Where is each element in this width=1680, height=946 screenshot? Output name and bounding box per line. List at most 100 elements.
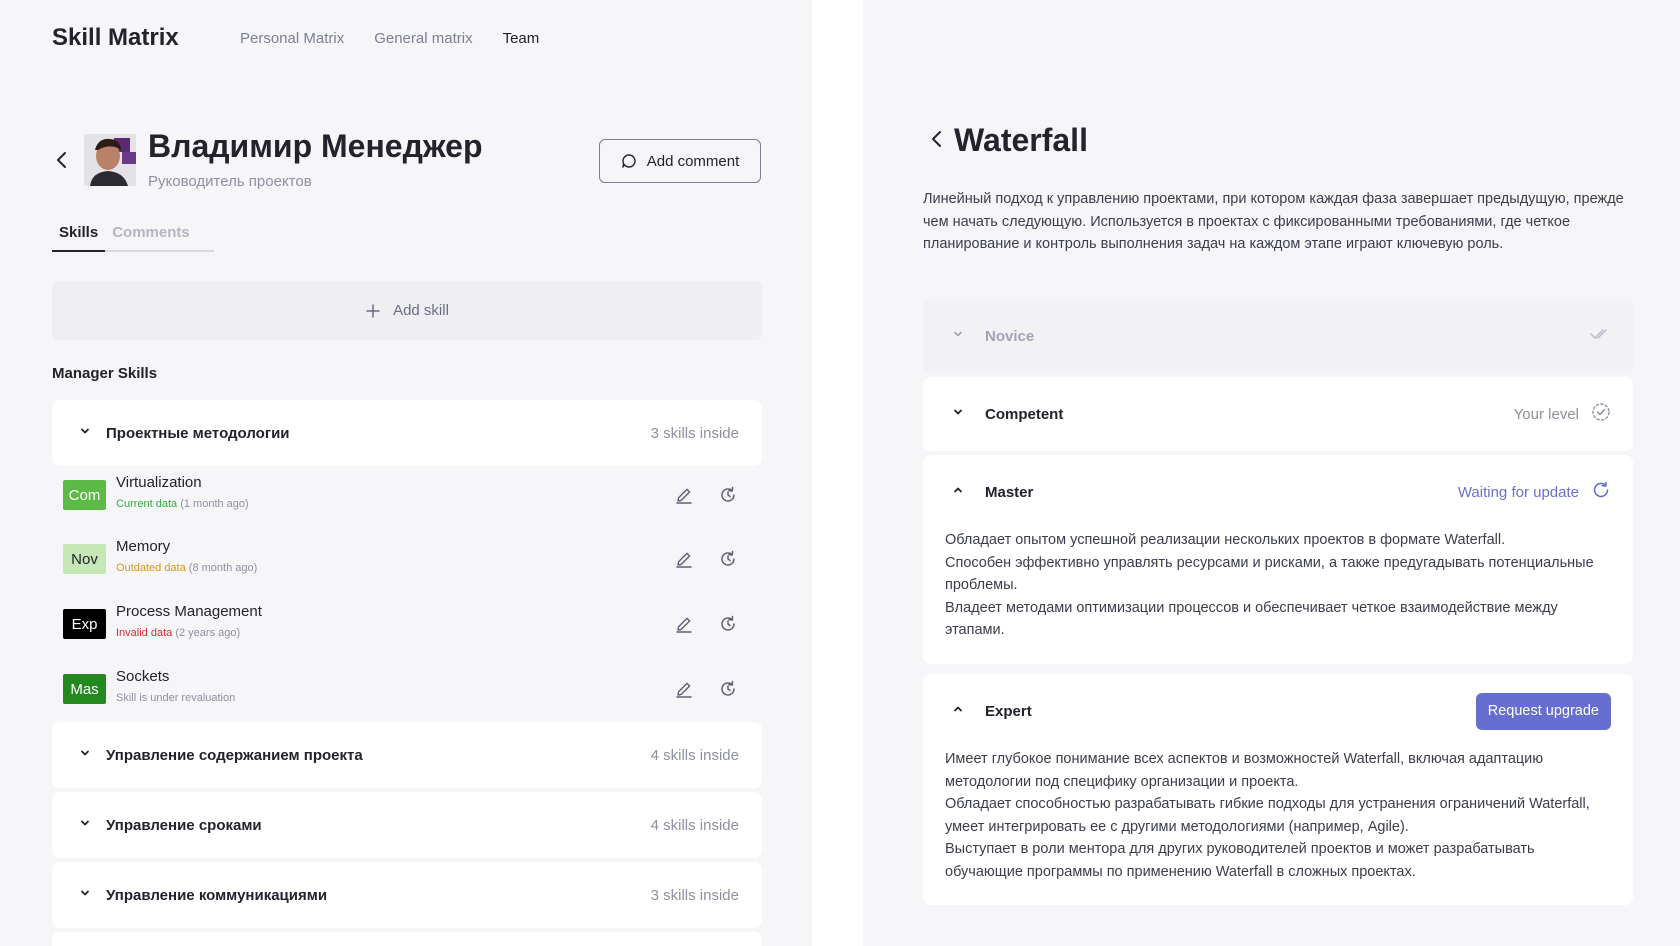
add-skill-button[interactable]: Add skill bbox=[52, 281, 762, 340]
pending-icon bbox=[1591, 480, 1611, 505]
skill-status-label: Skill is under revaluation bbox=[116, 692, 236, 704]
profile-tabs: Skills Comments bbox=[52, 224, 214, 252]
skill-group-row[interactable]: Проектные методологии 3 skills inside bbox=[52, 400, 762, 466]
add-comment-button[interactable]: Add comment bbox=[599, 139, 761, 183]
plus-icon bbox=[366, 303, 380, 318]
skill-group-title: Управление коммуникациями bbox=[106, 886, 328, 904]
double-check-icon bbox=[1589, 326, 1611, 347]
chevron-left-icon bbox=[932, 131, 941, 147]
level-description-line: Имеет глубокое понимание всех аспектов и… bbox=[945, 751, 1544, 790]
skill-group-row[interactable]: Управление коммуникациями 3 skills insid… bbox=[52, 862, 762, 928]
level-name: Expert bbox=[985, 702, 1032, 720]
user-role: Руководитель проектов bbox=[148, 173, 312, 190]
history-button[interactable] bbox=[718, 679, 738, 704]
level-description: Обладает опытом успешной реализации неск… bbox=[923, 529, 1633, 664]
edit-button[interactable] bbox=[674, 485, 694, 510]
nav-general-matrix[interactable]: General matrix bbox=[374, 30, 472, 47]
level-description-line: Обладает опытом успешной реализации неск… bbox=[945, 532, 1506, 548]
skill-group-count: 4 skills inside bbox=[650, 746, 739, 764]
level-card-novice[interactable]: Novice bbox=[923, 299, 1633, 373]
skill-detail-description: Линейный подход к управлению проектами, … bbox=[923, 191, 1624, 252]
level-card-competent[interactable]: Competent Your level bbox=[923, 377, 1633, 451]
level-name: Competent bbox=[985, 405, 1064, 423]
skill-name: Memory bbox=[116, 538, 171, 555]
level-description-line: Обладает способностью разрабатывать гибк… bbox=[945, 796, 1590, 835]
chevron-down-icon bbox=[78, 746, 98, 765]
level-description-line: Способен эффективно управлять ресурсами … bbox=[945, 554, 1594, 594]
level-card-expert: Expert Request upgrade Имеет глубокое по… bbox=[923, 674, 1633, 905]
skill-name: Sockets bbox=[116, 668, 170, 685]
skill-group-title: Управление содержанием проекта bbox=[106, 746, 363, 764]
nav-personal-matrix[interactable]: Personal Matrix bbox=[240, 30, 344, 47]
brand-logo[interactable]: Skill Matrix bbox=[52, 24, 179, 52]
skill-level-badge: Nov bbox=[63, 544, 106, 574]
skill-name: Process Management bbox=[116, 603, 262, 620]
skill-level-badge: Com bbox=[63, 480, 106, 510]
skill-status-label: Outdated data bbox=[116, 562, 186, 574]
edit-button[interactable] bbox=[674, 549, 694, 574]
avatar bbox=[84, 134, 136, 186]
verified-badge-icon bbox=[1591, 402, 1611, 427]
back-button[interactable] bbox=[54, 150, 70, 170]
skill-group-title: Управление сроками bbox=[106, 816, 262, 834]
skill-status-age: (1 month ago) bbox=[180, 498, 249, 510]
level-description-line: Выступает в роли ментора для других руко… bbox=[945, 841, 1535, 880]
level-header-expert[interactable]: Expert Request upgrade bbox=[923, 674, 1633, 748]
chevron-down-icon bbox=[78, 886, 98, 905]
user-name: Владимир Менеджер bbox=[148, 128, 483, 164]
history-button[interactable] bbox=[718, 614, 738, 639]
history-icon bbox=[721, 680, 735, 696]
nav-team[interactable]: Team bbox=[503, 30, 540, 47]
pencil-icon bbox=[676, 617, 692, 633]
add-comment-label: Add comment bbox=[646, 152, 740, 170]
skill-status: Outdated data (8 month ago) bbox=[116, 562, 257, 574]
level-header-master[interactable]: Master Waiting for update bbox=[923, 455, 1633, 529]
skill-level-badge: Exp bbox=[63, 609, 106, 639]
skill-level-badge: Mas bbox=[63, 674, 106, 704]
skill-row: Exp Process Management Invalid data (2 y… bbox=[52, 595, 762, 655]
history-button[interactable] bbox=[718, 549, 738, 574]
skill-group-row[interactable]: Управление содержанием проекта 4 skills … bbox=[52, 722, 762, 788]
skill-status: Invalid data (2 years ago) bbox=[116, 627, 240, 639]
history-button[interactable] bbox=[718, 485, 738, 510]
request-upgrade-button[interactable]: Request upgrade bbox=[1475, 692, 1611, 730]
tab-skills[interactable]: Skills bbox=[52, 224, 106, 252]
chevron-down-icon bbox=[78, 424, 98, 443]
history-icon bbox=[721, 615, 735, 631]
pencil-icon bbox=[676, 682, 692, 698]
chevron-left-icon bbox=[57, 152, 66, 168]
skill-row: Com Virtualization Current data (1 month… bbox=[52, 466, 762, 526]
level-name: Novice bbox=[985, 327, 1035, 345]
level-card-master: Master Waiting for update Обладает опыто… bbox=[923, 455, 1633, 664]
skill-group-count: 3 skills inside bbox=[650, 886, 739, 904]
level-name: Master bbox=[985, 483, 1034, 501]
comment-icon bbox=[622, 154, 636, 168]
main-nav: Personal Matrix General matrix Team bbox=[240, 30, 539, 47]
chevron-up-icon bbox=[951, 483, 971, 502]
skill-status-label: Invalid data bbox=[116, 627, 173, 639]
level-description-line: Владеет методами оптимизации процессов и… bbox=[945, 599, 1558, 639]
pencil-icon bbox=[676, 552, 692, 568]
level-description: Имеет глубокое понимание всех аспектов и… bbox=[923, 748, 1633, 905]
skill-row: Nov Memory Outdated data (8 month ago) bbox=[52, 530, 762, 590]
skill-name: Virtualization bbox=[116, 474, 202, 491]
skill-group-count: 3 skills inside bbox=[650, 424, 739, 442]
skill-group-title: Проектные методологии bbox=[106, 424, 290, 442]
chevron-down-icon bbox=[78, 816, 98, 835]
team-member-panel: Skill Matrix Personal Matrix General mat… bbox=[0, 0, 812, 946]
edit-button[interactable] bbox=[674, 614, 694, 639]
section-title: Manager Skills bbox=[52, 365, 158, 382]
chevron-down-icon bbox=[951, 327, 971, 346]
detail-back-button[interactable] bbox=[929, 129, 945, 149]
pencil-icon bbox=[676, 488, 692, 504]
skill-group-row-partial bbox=[52, 932, 762, 946]
skill-detail-panel: Waterfall Линейный подход к управлению п… bbox=[863, 0, 1680, 946]
skill-row: Mas Sockets Skill is under revaluation bbox=[52, 660, 762, 720]
skill-status: Current data (1 month ago) bbox=[116, 498, 249, 510]
skill-group-count: 4 skills inside bbox=[650, 816, 739, 834]
skill-group-row[interactable]: Управление сроками 4 skills inside bbox=[52, 792, 762, 858]
skill-status-age: (8 month ago) bbox=[188, 562, 258, 574]
tab-comments[interactable]: Comments bbox=[105, 224, 197, 252]
history-icon bbox=[721, 550, 735, 566]
edit-button[interactable] bbox=[674, 679, 694, 704]
